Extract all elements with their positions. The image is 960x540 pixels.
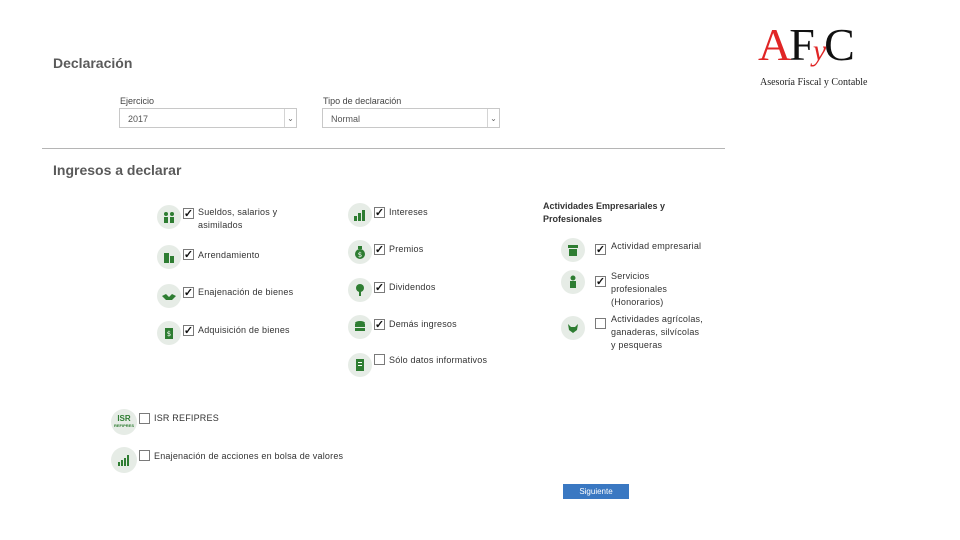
check-icon: ✓: [374, 206, 385, 219]
professional-icon: [561, 270, 585, 294]
tipo-declaracion-value: Normal: [331, 114, 361, 124]
actividades-agricolas-label: Actividades agrícolas, ganaderas, silvíc…: [611, 314, 703, 350]
arrendamiento-checkbox[interactable]: ✓: [183, 249, 194, 260]
svg-text:$: $: [358, 251, 362, 259]
check-icon: ✓: [183, 207, 194, 220]
store-icon: [561, 238, 585, 262]
chevron-down-icon: ⌄: [487, 109, 499, 127]
actividades-agricolas-checkbox[interactable]: [595, 318, 606, 329]
svg-text:$: $: [167, 330, 171, 338]
actividades-heading: Actividades Empresariales y Profesionale…: [543, 201, 666, 224]
check-icon: ✓: [183, 248, 194, 261]
actividad-empresarial-checkbox[interactable]: ✓: [595, 244, 606, 255]
siguiente-button[interactable]: Siguiente: [563, 484, 629, 499]
section-divider: [42, 148, 725, 149]
check-icon: ✓: [595, 243, 606, 256]
document-icon: [348, 353, 372, 377]
sueldos-label: Sueldos, salarios y asimilados: [198, 207, 278, 230]
handshake-icon: [157, 284, 181, 308]
actividad-empresarial-label: Actividad empresarial: [611, 241, 702, 251]
check-icon: ✓: [374, 243, 385, 256]
money-hand-icon: $: [157, 321, 181, 345]
check-icon: ✓: [595, 275, 606, 288]
coins-stack-icon: [348, 315, 372, 339]
people-icon: [157, 205, 181, 229]
ejercicio-value: 2017: [128, 114, 149, 124]
chevron-down-icon: ⌄: [284, 109, 296, 127]
sueldos-checkbox[interactable]: ✓: [183, 208, 194, 219]
check-icon: ✓: [374, 281, 385, 294]
isr-refipres-icon: ISR REFIPRES: [111, 409, 137, 435]
demas-ingresos-checkbox[interactable]: ✓: [374, 319, 385, 330]
solo-datos-label: Sólo datos informativos: [389, 355, 488, 365]
dividendos-checkbox[interactable]: ✓: [374, 282, 385, 293]
enajenacion-bienes-checkbox[interactable]: ✓: [183, 287, 194, 298]
logo-subtitle: Asesoría Fiscal y Contable: [760, 77, 868, 88]
check-icon: ✓: [183, 324, 194, 337]
check-icon: ✓: [183, 286, 194, 299]
arrendamiento-label: Arrendamiento: [198, 250, 260, 260]
tipo-declaracion-label: Tipo de declaración: [323, 96, 402, 106]
isr-refipres-label: ISR REFIPRES: [154, 413, 219, 423]
demas-ingresos-label: Demás ingresos: [389, 319, 457, 329]
enajenacion-bienes-label: Enajenación de bienes: [198, 287, 294, 297]
servicios-profesionales-checkbox[interactable]: ✓: [595, 276, 606, 287]
afyc-logo: AFyC Asesoría Fiscal y Contable: [758, 19, 868, 89]
growth-chart-icon: [348, 203, 372, 227]
building-icon: [157, 245, 181, 269]
livestock-icon: [561, 316, 585, 340]
ingresos-title: Ingresos a declarar: [53, 162, 182, 178]
tipo-declaracion-select[interactable]: Normal ⌄: [322, 108, 500, 128]
dividendos-label: Dividendos: [389, 282, 436, 292]
check-icon: ✓: [374, 318, 385, 331]
isr-refipres-checkbox[interactable]: [139, 413, 150, 424]
adquisicion-label: Adquisición de bienes: [198, 325, 290, 335]
stock-chart-icon: [111, 447, 137, 473]
enajenacion-acciones-checkbox[interactable]: [139, 450, 150, 461]
intereses-checkbox[interactable]: ✓: [374, 207, 385, 218]
servicios-profesionales-label: Servicios profesionales (Honorarios): [611, 271, 668, 307]
ejercicio-select[interactable]: 2017 ⌄: [119, 108, 297, 128]
money-bag-icon: $: [348, 240, 372, 264]
premios-label: Premios: [389, 244, 424, 254]
enajenacion-acciones-label: Enajenación de acciones en bolsa de valo…: [154, 451, 344, 461]
premios-checkbox[interactable]: ✓: [374, 244, 385, 255]
solo-datos-checkbox[interactable]: [374, 354, 385, 365]
ejercicio-label: Ejercicio: [120, 96, 155, 106]
money-tree-icon: [348, 278, 372, 302]
adquisicion-checkbox[interactable]: ✓: [183, 325, 194, 336]
intereses-label: Intereses: [389, 207, 428, 217]
declaracion-title: Declaración: [53, 55, 133, 71]
